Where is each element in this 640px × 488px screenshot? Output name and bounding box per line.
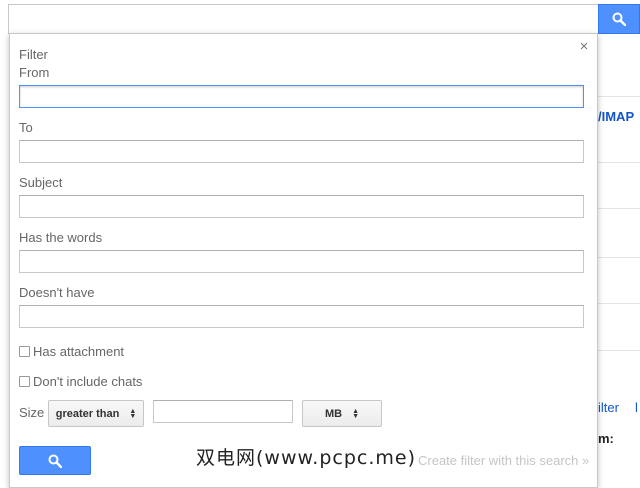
- background-divider: [598, 257, 640, 258]
- has-words-label: Has the words: [19, 230, 103, 245]
- has-words-field[interactable]: [19, 250, 584, 273]
- dont-include-chats-label: Don't include chats: [33, 374, 143, 389]
- to-label: To: [19, 120, 33, 135]
- background-divider: [598, 350, 640, 351]
- has-attachment-row: Has attachment: [19, 344, 124, 359]
- background-label: m:: [598, 431, 614, 446]
- to-field[interactable]: [19, 140, 584, 163]
- updown-arrow-icon: ▲ ▼: [352, 407, 360, 420]
- search-button[interactable]: [19, 446, 91, 475]
- search-icon: [612, 12, 626, 26]
- background-imap-tab[interactable]: /IMAP: [598, 109, 634, 124]
- doesnt-have-label: Doesn't have: [19, 285, 95, 300]
- search-icon: [48, 454, 62, 468]
- popup-title: Filter: [19, 47, 48, 62]
- size-comparator-select[interactable]: greater than ▲ ▼: [48, 400, 144, 427]
- watermark-text: 双电网(www.pcpc.me): [196, 447, 416, 469]
- top-search-input[interactable]: [8, 4, 598, 34]
- background-divider: [598, 162, 640, 163]
- has-attachment-checkbox[interactable]: [19, 346, 30, 357]
- background-divider: [598, 96, 640, 97]
- updown-arrow-icon: ▲ ▼: [129, 407, 137, 420]
- background-divider: [598, 303, 640, 304]
- has-attachment-label: Has attachment: [33, 344, 125, 359]
- dont-include-chats-row: Don't include chats: [19, 374, 142, 389]
- doesnt-have-field[interactable]: [19, 305, 584, 328]
- size-label: Size: [19, 405, 45, 420]
- filter-popup: Filter × From To Subject Has the words D…: [9, 33, 598, 488]
- size-unit-value: MB: [324, 407, 343, 420]
- size-comparator-value: greater than: [55, 407, 120, 420]
- dont-include-chats-checkbox[interactable]: [19, 376, 30, 387]
- close-icon[interactable]: ×: [577, 39, 591, 54]
- from-field[interactable]: [19, 85, 584, 108]
- subject-field[interactable]: [19, 195, 584, 218]
- background-divider: [598, 208, 640, 209]
- top-search-button[interactable]: [598, 4, 640, 34]
- create-filter-link[interactable]: Create filter with this search »: [418, 453, 589, 468]
- size-value-input[interactable]: [153, 400, 293, 423]
- subject-label: Subject: [19, 175, 63, 190]
- from-label: From: [19, 65, 50, 80]
- background-create-filter-link[interactable]: ilter: [598, 400, 619, 415]
- background-link[interactable]: l: [635, 400, 638, 415]
- size-unit-select[interactable]: MB ▲ ▼: [302, 400, 382, 427]
